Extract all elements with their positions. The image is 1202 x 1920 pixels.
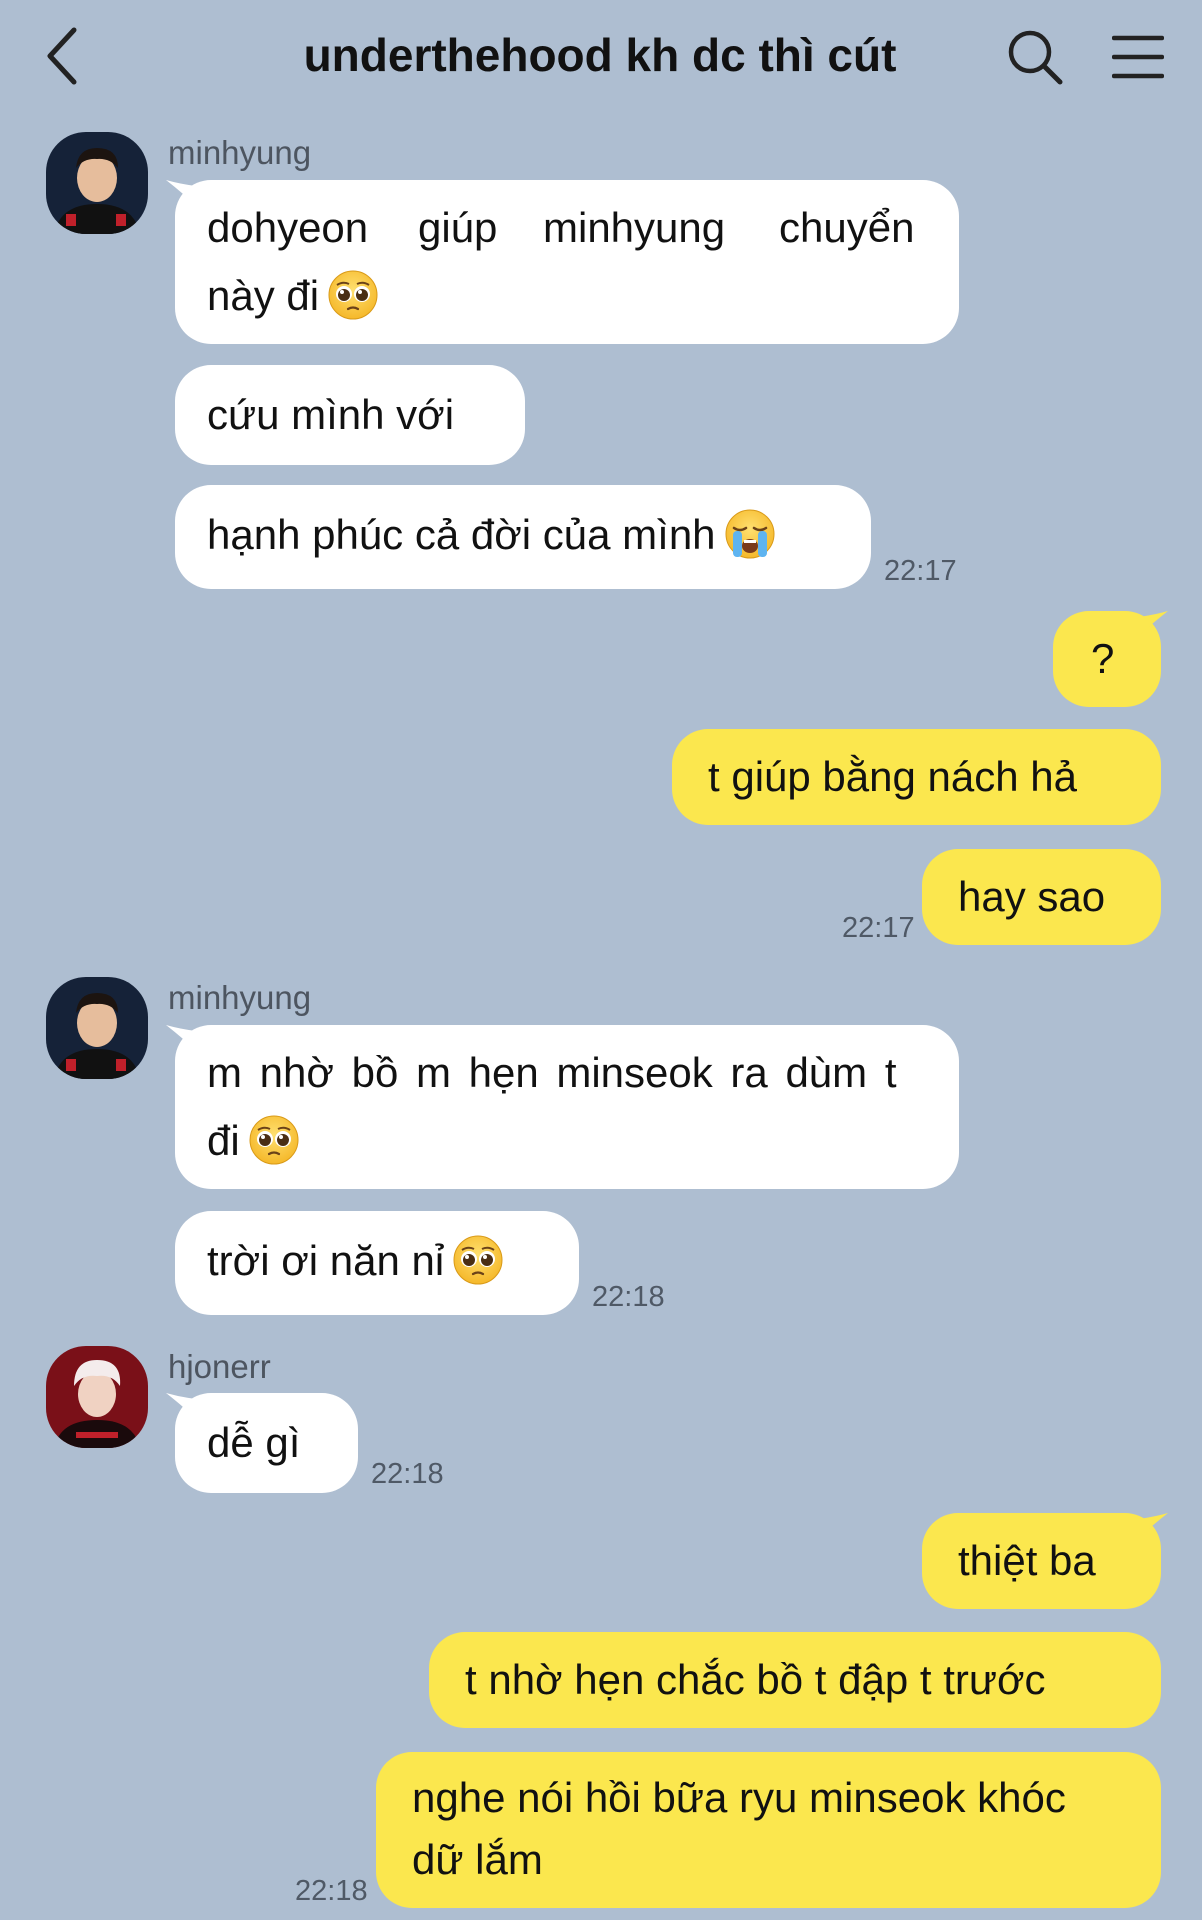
message-text: thiệt ba bbox=[958, 1537, 1096, 1584]
message-text: cứu mình với bbox=[207, 391, 455, 438]
message-timestamp: 22:17 bbox=[884, 555, 957, 587]
pleading-face-icon bbox=[248, 1114, 300, 1166]
bubble-tail bbox=[1138, 611, 1168, 637]
avatar[interactable] bbox=[46, 132, 148, 234]
message-text: này đi bbox=[207, 262, 379, 330]
message-bubble[interactable]: t giúp bằng nách hả bbox=[672, 729, 1161, 825]
sender-name: hjonerr bbox=[168, 1348, 271, 1385]
bubble-tail bbox=[166, 1393, 196, 1419]
message-word: minhyung bbox=[543, 204, 726, 251]
message-bubble[interactable]: nghe nói hồi bữa ryu minseok khóc dữ lắm bbox=[376, 1752, 1161, 1908]
message-bubble[interactable]: m nhờ bồ m hẹn minseok ra dùm t đi bbox=[175, 1025, 959, 1189]
pleading-face-icon bbox=[452, 1234, 504, 1286]
chat-header: underthehood kh dc thì cút bbox=[0, 0, 1202, 112]
message-text-line: m nhờ bồ m hẹn minseok ra dùm t bbox=[207, 1049, 897, 1096]
chat-title: underthehood kh dc thì cút bbox=[303, 29, 897, 81]
message-text-line: này đi bbox=[207, 272, 320, 319]
message-text-line: nghe nói hồi bữa ryu minseok khóc bbox=[412, 1774, 1066, 1821]
bubble-tail bbox=[166, 1025, 196, 1051]
back-arrow-icon[interactable] bbox=[44, 26, 84, 86]
message-text-line: đi bbox=[207, 1117, 240, 1164]
bubble-tail bbox=[166, 180, 196, 206]
message-text-line: dữ lắm bbox=[412, 1836, 543, 1883]
message-text: dễ gì bbox=[207, 1419, 301, 1466]
message-bubble[interactable]: trời ơi năn nỉ bbox=[175, 1211, 579, 1315]
message-bubble[interactable]: t nhờ hẹn chắc bồ t đập t trước bbox=[429, 1632, 1161, 1728]
message-bubble[interactable]: hạnh phúc cả đời của mình bbox=[175, 485, 871, 589]
message-text-line: trời ơi năn nỉ bbox=[207, 1237, 445, 1284]
message-bubble[interactable]: cứu mình với bbox=[175, 365, 525, 465]
menu-icon[interactable] bbox=[1111, 32, 1165, 82]
sender-name: minhyung bbox=[168, 134, 312, 171]
message-word: dohyeon bbox=[207, 204, 369, 251]
search-icon[interactable] bbox=[1006, 28, 1064, 86]
loudly-crying-face-icon bbox=[724, 508, 776, 560]
message-text: hạnh phúc cả đời của mình bbox=[207, 501, 776, 569]
message-text-line: hạnh phúc cả đời của mình bbox=[207, 511, 716, 558]
message-text: ? bbox=[1091, 635, 1115, 682]
message-word: giúp bbox=[418, 204, 498, 251]
message-text: đi bbox=[207, 1107, 300, 1175]
avatar[interactable] bbox=[46, 1346, 148, 1448]
message-text: trời ơi năn nỉ bbox=[207, 1227, 504, 1295]
message-timestamp: 22:18 bbox=[295, 1875, 368, 1907]
message-timestamp: 22:17 bbox=[842, 912, 915, 944]
sender-name: minhyung bbox=[168, 979, 312, 1016]
avatar[interactable] bbox=[46, 977, 148, 1079]
message-timestamp: 22:18 bbox=[371, 1458, 444, 1490]
message-text: t giúp bằng nách hả bbox=[708, 753, 1077, 800]
message-text: hay sao bbox=[958, 873, 1106, 920]
message-text: t nhờ hẹn chắc bồ t đập t trước bbox=[465, 1656, 1046, 1703]
pleading-face-icon bbox=[327, 269, 379, 321]
message-bubble[interactable]: hay sao bbox=[922, 849, 1161, 945]
message-timestamp: 22:18 bbox=[592, 1281, 665, 1313]
bubble-tail bbox=[1138, 1513, 1168, 1539]
message-bubble[interactable]: thiệt ba bbox=[922, 1513, 1161, 1609]
message-bubble[interactable]: dễ gì bbox=[175, 1393, 358, 1493]
message-bubble[interactable]: dohyeon giúp minhyung chuyển này đi bbox=[175, 180, 959, 344]
message-word: chuyển bbox=[779, 204, 915, 251]
